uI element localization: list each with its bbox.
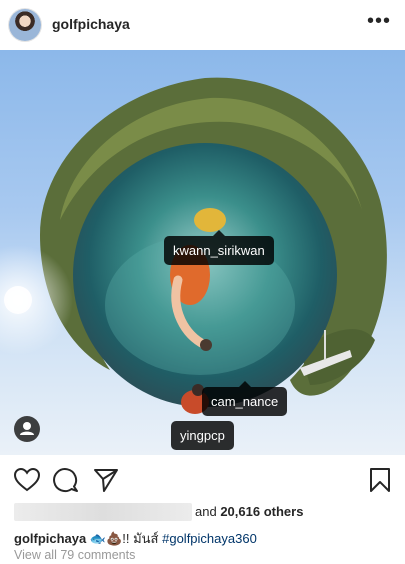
more-horizontal-icon[interactable]: ••• [367,10,391,33]
likes-count[interactable]: 20,616 others [220,504,303,519]
comment-icon[interactable] [52,466,80,494]
user-tag[interactable]: cam_nance [202,381,288,416]
user-tag[interactable]: kwann_sirikwan [164,230,274,265]
post-caption: golfpichaya 🐟💩!! มันส์ #golfpichaya360 [14,528,257,549]
caption-text: 🐟💩!! มันส์ [89,531,159,546]
avatar[interactable] [9,9,41,41]
bookmark-icon[interactable] [366,466,394,494]
likes-and: and [195,504,217,519]
heart-icon[interactable] [13,466,41,494]
post-header: golfpichaya ••• [0,0,405,50]
likes-row[interactable]: and 20,616 others [14,503,394,521]
likes-text: and 20,616 others [195,504,303,519]
person-icon[interactable] [14,416,40,442]
paper-plane-icon[interactable] [92,466,120,494]
blurred-liker-names [14,503,192,521]
post-username[interactable]: golfpichaya [52,16,130,32]
action-bar [0,466,405,496]
user-tag[interactable]: yingpcp [171,421,234,450]
caption-hashtag[interactable]: #golfpichaya360 [162,531,257,546]
view-all-comments-link[interactable]: View all 79 comments [14,548,135,562]
caption-username[interactable]: golfpichaya [14,531,86,546]
post-photo[interactable]: kwann_sirikwan cam_nance yingpcp [0,50,405,455]
